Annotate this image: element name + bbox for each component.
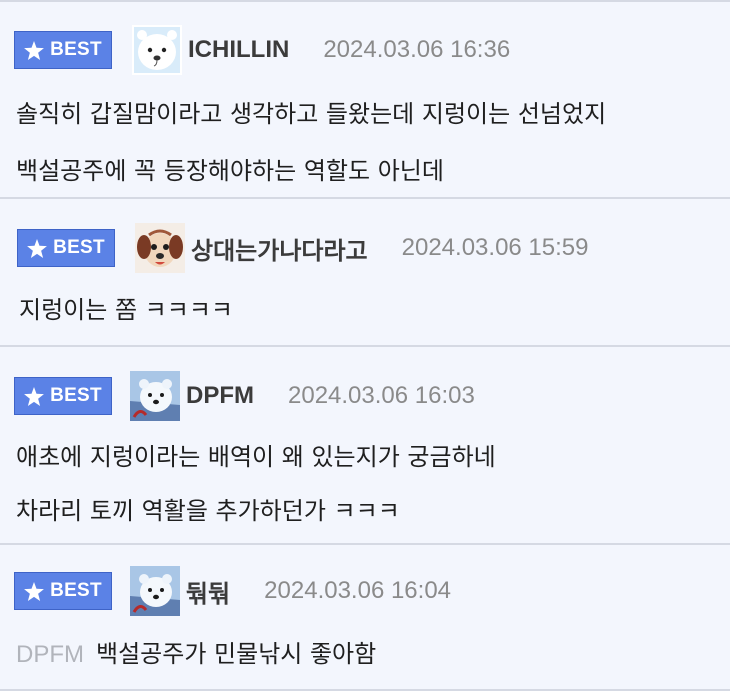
- comment-header: BEST 상대는가나다라고 2024.03.06 15:59: [17, 223, 588, 273]
- comment-text: 백설공주가 민물낚시 좋아함: [96, 640, 377, 668]
- comment-date: 2024.03.06 16:04: [264, 577, 452, 604]
- best-badge: BEST: [14, 31, 112, 69]
- polar-bear-icon: [130, 566, 180, 616]
- comment-text-line: 백설공주에 꼭 등장해야하는 역할도 아닌데: [16, 157, 444, 185]
- user-nickname[interactable]: DPFM: [186, 382, 254, 410]
- polar-bear-icon: [130, 371, 180, 421]
- star-icon: [27, 238, 47, 258]
- star-icon: [24, 40, 44, 60]
- user-avatar[interactable]: [135, 223, 185, 273]
- comment-header: BEST DPFM 2024.03.06 16:03: [14, 371, 475, 421]
- comment-list: BEST ICHILLIN 2024.03.06 16:36 솔직히 갑질맘이라…: [0, 0, 730, 691]
- comment-date: 2024.03.06 16:36: [323, 36, 511, 63]
- user-nickname[interactable]: 상대는가나다라고: [191, 231, 368, 266]
- user-nickname[interactable]: ICHILLIN: [188, 36, 289, 64]
- comment-header: BEST ICHILLIN 2024.03.06 16:36: [14, 25, 510, 75]
- comment-text-line: 애초에 지렁이라는 배역이 왜 있는지가 궁금하네: [16, 443, 496, 471]
- user-avatar[interactable]: [130, 566, 180, 616]
- puppy-face-icon: [135, 223, 185, 273]
- badge-label: BEST: [50, 580, 102, 601]
- comment-item: BEST ICHILLIN 2024.03.06 16:36 솔직히 갑질맘이라…: [0, 2, 730, 199]
- white-bear-face-icon: [132, 25, 182, 75]
- user-avatar[interactable]: [132, 25, 182, 75]
- user-avatar[interactable]: [130, 371, 180, 421]
- comment-item: BEST DPFM 2024.03.06 16:03 애초에 지렁이라는 배역이: [0, 347, 730, 545]
- badge-label: BEST: [50, 39, 102, 60]
- star-icon: [24, 581, 44, 601]
- best-badge: BEST: [14, 377, 112, 415]
- comment-date: 2024.03.06 15:59: [401, 234, 589, 261]
- comment-text-line: 솔직히 갑질맘이라고 생각하고 들왔는데 지렁이는 선넘었지: [16, 100, 607, 128]
- badge-label: BEST: [53, 237, 105, 258]
- comment-text-line: 지렁이는 쫌 ㅋㅋㅋㅋ: [19, 296, 233, 324]
- comment-date: 2024.03.06 16:03: [288, 382, 475, 409]
- comment-item: BEST 둮둮 2024.03.06 16:04 DPFM 백설공주가 민물낚시…: [0, 545, 730, 691]
- comment-text-line: 차라리 토끼 역활을 추가하던가 ㅋㅋㅋ: [16, 497, 400, 525]
- comment-header: BEST 둮둮 2024.03.06 16:04: [14, 566, 451, 616]
- best-badge: BEST: [14, 572, 112, 610]
- star-icon: [24, 386, 44, 406]
- comment-item: BEST 상대는가나다라고 2024.03.06 15:59 지렁이는 쫌 ㅋㅋ…: [0, 199, 730, 347]
- comment-text-line: DPFM 백설공주가 민물낚시 좋아함: [16, 634, 376, 669]
- best-badge: BEST: [17, 229, 115, 267]
- badge-label: BEST: [50, 385, 102, 406]
- user-nickname[interactable]: 둮둮: [186, 574, 230, 609]
- reply-to-nickname[interactable]: DPFM: [16, 641, 84, 668]
